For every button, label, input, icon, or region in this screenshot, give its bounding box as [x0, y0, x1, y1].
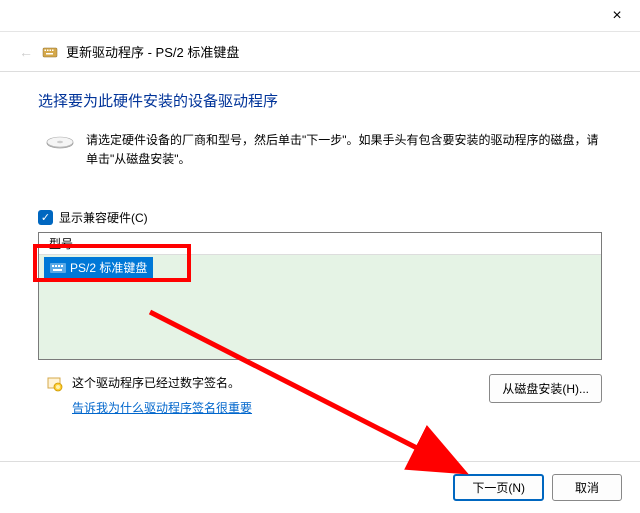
checkbox-row: ✓ 显示兼容硬件(C): [38, 209, 602, 226]
signature-help-link[interactable]: 告诉我为什么驱动程序签名很重要: [72, 399, 252, 416]
wizard-header: ← 更新驱动程序 - PS/2 标准键盘: [0, 32, 640, 72]
titlebar: ×: [0, 0, 640, 32]
list-header-model: 型号: [39, 233, 601, 255]
instruction-title: 选择要为此硬件安装的设备驱动程序: [38, 90, 602, 111]
instruction-row: 请选定硬件设备的厂商和型号，然后单击"下一步"。如果手头有包含要安装的驱动程序的…: [38, 131, 602, 169]
disk-icon: [46, 133, 74, 153]
compat-checkbox[interactable]: ✓: [38, 210, 53, 225]
close-button[interactable]: ×: [594, 0, 640, 32]
driver-item-label: PS/2 标准键盘: [70, 259, 147, 276]
signature-status: 这个驱动程序已经过数字签名。: [72, 374, 252, 391]
cancel-button[interactable]: 取消: [552, 474, 622, 501]
driver-list[interactable]: 型号 PS/2 标准键盘: [38, 232, 602, 360]
checkbox-label: 显示兼容硬件(C): [59, 209, 148, 226]
back-arrow-icon: ←: [18, 44, 34, 60]
certificate-icon: [46, 376, 64, 394]
bottom-bar: 下一页(N) 取消: [0, 461, 640, 513]
signature-text-block: 这个驱动程序已经过数字签名。 告诉我为什么驱动程序签名很重要: [72, 374, 252, 416]
disk-install-button[interactable]: 从磁盘安装(H)...: [489, 374, 602, 403]
keyboard-small-icon: [50, 262, 66, 274]
driver-list-item[interactable]: PS/2 标准键盘: [44, 257, 153, 278]
content-area: 选择要为此硬件安装的设备驱动程序 请选定硬件设备的厂商和型号，然后单击"下一步"…: [0, 72, 640, 426]
signature-row: 这个驱动程序已经过数字签名。 告诉我为什么驱动程序签名很重要 从磁盘安装(H).…: [38, 374, 602, 416]
instruction-text: 请选定硬件设备的厂商和型号，然后单击"下一步"。如果手头有包含要安装的驱动程序的…: [86, 131, 602, 169]
header-title: 更新驱动程序 - PS/2 标准键盘: [66, 42, 239, 61]
keyboard-icon: [42, 44, 58, 60]
next-button[interactable]: 下一页(N): [453, 474, 544, 501]
